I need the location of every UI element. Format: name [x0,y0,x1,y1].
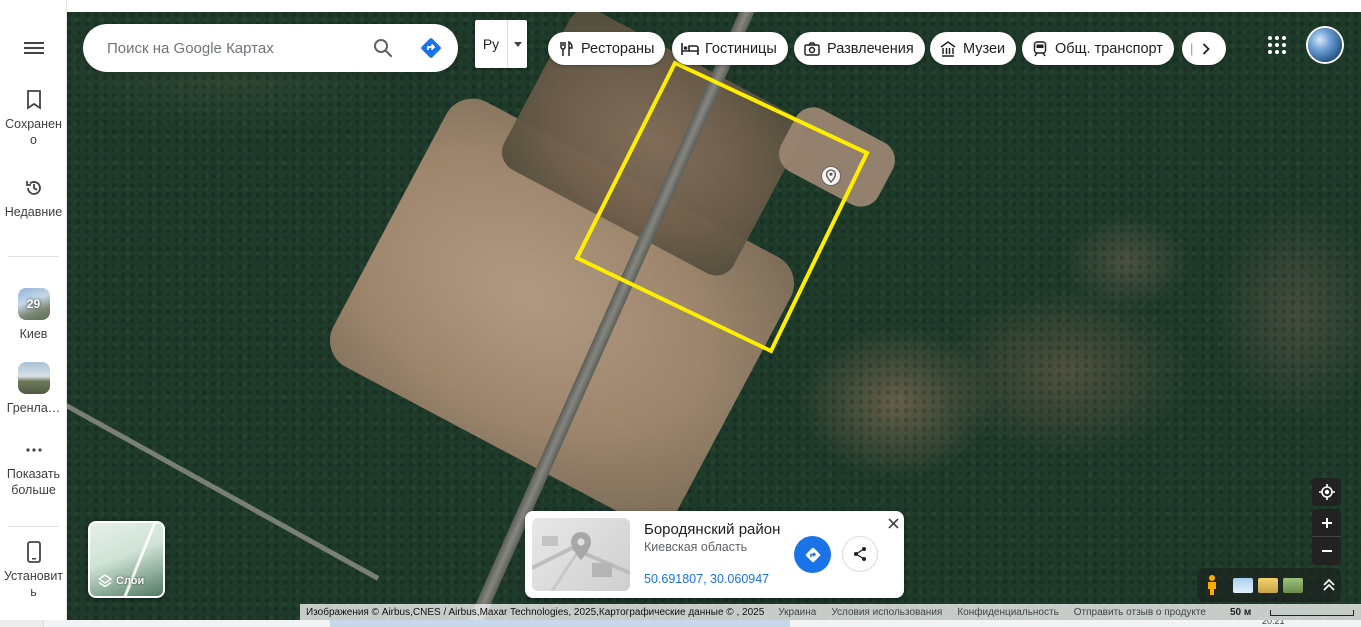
account-avatar[interactable] [1308,28,1342,62]
language-select[interactable]: Ру [475,20,527,68]
search-icon[interactable] [371,36,395,60]
sidebar-item-show-more[interactable]: Показать больше [0,438,67,498]
my-location-button[interactable] [1312,478,1341,506]
divider [8,526,59,527]
place-subtitle: Киевская область [644,540,748,554]
footer-link-feedback[interactable]: Отправить отзыв о продукте [1074,607,1206,618]
share-button[interactable] [842,536,878,572]
expand-up-icon[interactable] [1322,578,1336,592]
layers-icon [98,574,112,588]
sidebar-item-greenland[interactable]: Гренла… [0,362,67,416]
zoom-out-button[interactable] [1312,537,1341,565]
divider [8,256,59,257]
chip-transit[interactable]: Общ. транспорт [1022,32,1174,65]
language-value: Ру [482,36,500,52]
history-icon [22,176,46,200]
partial-chip-fragment: | [1190,41,1194,56]
chip-hotels[interactable]: Гостиницы [672,32,788,65]
layers-label-wrap: Слои [98,574,144,588]
sidebar-item-recent[interactable]: Недавние [0,176,67,220]
footer-link-country[interactable]: Украина [778,607,816,618]
camera-icon [803,40,821,58]
taskbar-left [0,620,44,627]
left-sidebar: Сохранено Недавние 29 Киев Гренла… Показ… [0,0,67,620]
location-pin-icon[interactable] [821,166,841,186]
restaurant-icon [557,40,575,58]
pegman-icon[interactable] [1204,574,1220,596]
more-horizontal-icon [22,438,46,462]
chip-label: Гостиницы [705,40,777,57]
scale-label: 50 м [1230,607,1252,618]
minus-icon [1321,550,1332,552]
caret-down-icon [507,20,527,68]
chips-scroll-next[interactable]: | [1182,32,1226,65]
place-coordinates[interactable]: 50.691807, 30.060947 [644,572,769,586]
menu-button[interactable] [0,36,67,64]
chip-museums[interactable]: Музеи [930,32,1017,65]
plus-icon [1321,517,1332,528]
sidebar-item-label: Киев [19,327,48,341]
place-card: Бородянский район Киевская область 50.69… [525,511,904,598]
map-tools-tray [1197,568,1341,602]
map-placeholder-icon [532,532,630,591]
footer-link-terms[interactable]: Условия использования [831,607,942,618]
close-icon[interactable] [885,515,901,531]
greenland-thumbnail [17,362,50,394]
crosshair-icon [1318,484,1335,500]
street-view-thumb-icon[interactable] [1233,577,1253,593]
hotel-bed-icon [681,40,699,58]
directions-button[interactable] [794,536,831,573]
chip-label: Музеи [963,40,1006,57]
google-maps-app: Сохранено Недавние 29 Киев Гренла… Показ… [0,0,1361,627]
imagery-thumb-icon[interactable] [1258,577,1278,593]
train-icon [1031,40,1049,58]
badge: 29 [26,297,41,311]
directions-icon [805,547,820,562]
hamburger-menu-icon [22,36,46,60]
sidebar-item-label: Сохранено [5,117,62,147]
footer-link-privacy[interactable]: Конфиденциальность [957,607,1058,618]
chip-label: Рестораны [581,40,655,57]
chevron-right-icon [1197,40,1215,58]
kiev-thumbnail: 29 [17,288,50,320]
sidebar-item-label: Установить [3,569,64,599]
sidebar-item-label: Показать больше [6,467,61,497]
search-input[interactable] [107,39,357,57]
sidebar-item-label: Гренла… [6,401,61,415]
chip-label: Общ. транспорт [1055,40,1163,57]
sidebar-item-install[interactable]: Установить [0,540,67,600]
search-box [83,24,458,72]
apps-grid-icon[interactable] [1265,33,1289,57]
directions-icon[interactable] [419,36,443,60]
phone-icon [22,540,46,564]
scale-line [1270,609,1355,616]
layers-button[interactable]: Слои [88,521,165,598]
place-title: Бородянский район [644,521,781,538]
chip-entertainment[interactable]: Развлечения [794,32,925,65]
taskbar-strip: 20:21 [0,616,1361,627]
sidebar-item-kiev[interactable]: 29 Киев [0,288,67,342]
chip-restaurants[interactable]: Рестораны [548,32,666,65]
share-icon [854,547,866,561]
place-image[interactable] [532,518,630,591]
chip-label: Развлечения [827,40,914,57]
taskbar-window[interactable] [330,620,790,627]
sidebar-item-label: Недавние [4,205,63,219]
imagery-attribution: Изображения © Airbus,CNES / Airbus,Maxar… [306,606,765,618]
bookmark-icon [22,88,46,112]
sidebar-item-saved[interactable]: Сохранено [0,88,67,148]
terrain-thumb-icon[interactable] [1283,577,1303,593]
layers-label: Слои [116,575,145,587]
zoom-in-button[interactable] [1312,509,1341,537]
scale-bar[interactable]: 50 м [1230,607,1355,618]
museum-icon [939,40,957,58]
map-footer: Изображения © Airbus,CNES / Airbus,Maxar… [300,604,1361,620]
